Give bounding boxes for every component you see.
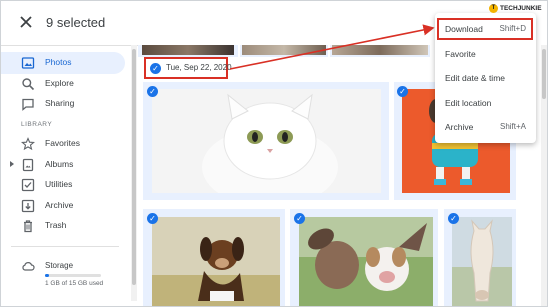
sidebar-item-archive[interactable]: Archive: [1, 195, 125, 217]
watermark-text: TECHJUNKIE: [500, 4, 542, 12]
sidebar-divider: [11, 246, 119, 247]
menu-item-label: Archive: [445, 122, 474, 132]
trash-icon: [24, 220, 32, 233]
photo-thumbnail[interactable]: [240, 45, 328, 57]
menu-item-label: Download: [445, 24, 483, 34]
date-group-header[interactable]: ✓ Tue, Sep 22, 2020: [144, 57, 232, 79]
cloud-icon: [22, 262, 35, 271]
photo-icon: [21, 57, 35, 69]
selected-check-icon[interactable]: ✓: [448, 213, 459, 224]
sidebar-item-label: Archive: [45, 200, 74, 210]
photo-image: [332, 45, 428, 55]
archive-icon: [21, 199, 35, 213]
content-scrollbar[interactable]: [541, 45, 547, 306]
sidebar: Photos Explore Sharing LIBRARY Favorites: [1, 46, 131, 306]
sharing-icon: [22, 98, 34, 111]
menu-item-edit-date-time[interactable]: Edit date & time: [435, 67, 536, 89]
close-icon: [20, 16, 32, 28]
search-icon: [22, 78, 35, 91]
sidebar-item-label: Photos: [45, 57, 72, 67]
sidebar-item-sharing[interactable]: Sharing: [1, 93, 125, 115]
close-selection-button[interactable]: [15, 11, 37, 33]
menu-item-edit-location[interactable]: Edit location: [435, 92, 536, 114]
photo-thumbnail-dogs-ears[interactable]: ✓: [290, 209, 438, 306]
puppy-illustration: [152, 217, 280, 306]
album-icon: [22, 158, 34, 172]
photo-image: [452, 217, 512, 306]
selected-check-icon[interactable]: ✓: [147, 213, 158, 224]
scrollbar-thumb[interactable]: [542, 49, 546, 99]
storage-bar: [45, 274, 101, 277]
sidebar-item-label: Favorites: [45, 138, 80, 148]
cat-illustration: [152, 89, 381, 200]
photo-image: [299, 217, 433, 306]
photo-thumbnail-horse[interactable]: ✓: [444, 209, 516, 306]
photo-image: [242, 45, 326, 55]
storage-bar-fill: [45, 274, 49, 277]
date-label: Tue, Sep 22, 2020: [166, 63, 232, 72]
photo-image: [142, 45, 234, 55]
utilities-icon: [21, 178, 35, 192]
selected-check-icon[interactable]: ✓: [294, 213, 305, 224]
photo-image: [152, 89, 381, 200]
selected-check-icon[interactable]: ✓: [147, 86, 158, 97]
sidebar-item-label: Utilities: [45, 179, 73, 189]
photo-image: [152, 217, 280, 306]
storage-label[interactable]: Storage: [45, 261, 73, 270]
sidebar-item-label: Albums: [45, 159, 74, 169]
menu-item-shortcut: Shift+D: [499, 24, 526, 33]
sidebar-item-label: Trash: [45, 220, 67, 230]
photo-thumbnail-cat[interactable]: ✓: [143, 82, 389, 200]
menu-item-label: Edit location: [445, 98, 492, 108]
more-options-menu: Download Shift+D Favorite Edit date & ti…: [435, 13, 536, 143]
techjunkie-watermark: T TECHJUNKIE: [489, 3, 542, 13]
sidebar-item-explore[interactable]: Explore: [1, 73, 125, 95]
sidebar-item-utilities[interactable]: Utilities: [1, 174, 125, 196]
photo-thumbnail-puppy[interactable]: ✓: [143, 209, 285, 306]
sidebar-item-label: Sharing: [45, 98, 75, 108]
sidebar-item-trash[interactable]: Trash: [1, 215, 125, 237]
storage-detail: 1 GB of 15 GB used: [45, 280, 104, 287]
sidebar-scrollbar[interactable]: [131, 45, 137, 301]
photo-thumbnail[interactable]: [138, 45, 238, 57]
sidebar-item-albums[interactable]: Albums: [1, 154, 125, 176]
expand-caret-icon[interactable]: [10, 161, 14, 167]
photos-window: 9 selected Photos Explore Sharing LIBRAR…: [0, 0, 548, 307]
menu-item-download[interactable]: Download Shift+D: [435, 18, 536, 40]
menu-item-label: Favorite: [445, 49, 476, 59]
star-icon: [21, 137, 35, 151]
two-dogs-illustration: [299, 217, 433, 306]
horse-illustration: [452, 217, 512, 306]
sidebar-item-label: Explore: [45, 78, 74, 88]
library-section-label: LIBRARY: [21, 121, 53, 128]
menu-item-shortcut: Shift+A: [499, 122, 526, 131]
menu-item-favorite[interactable]: Favorite: [435, 43, 536, 65]
selected-count: 9 selected: [46, 15, 106, 30]
menu-item-label: Edit date & time: [445, 73, 506, 83]
photo-thumbnail[interactable]: [330, 45, 430, 57]
selected-check-icon[interactable]: ✓: [397, 86, 408, 97]
sidebar-item-photos[interactable]: Photos: [1, 52, 125, 74]
sidebar-item-favorites[interactable]: Favorites: [1, 133, 125, 155]
scrollbar-thumb[interactable]: [132, 49, 136, 285]
watermark-logo-icon: T: [489, 3, 498, 13]
menu-item-archive[interactable]: Archive Shift+A: [435, 116, 536, 138]
group-selected-check-icon[interactable]: ✓: [150, 63, 161, 74]
